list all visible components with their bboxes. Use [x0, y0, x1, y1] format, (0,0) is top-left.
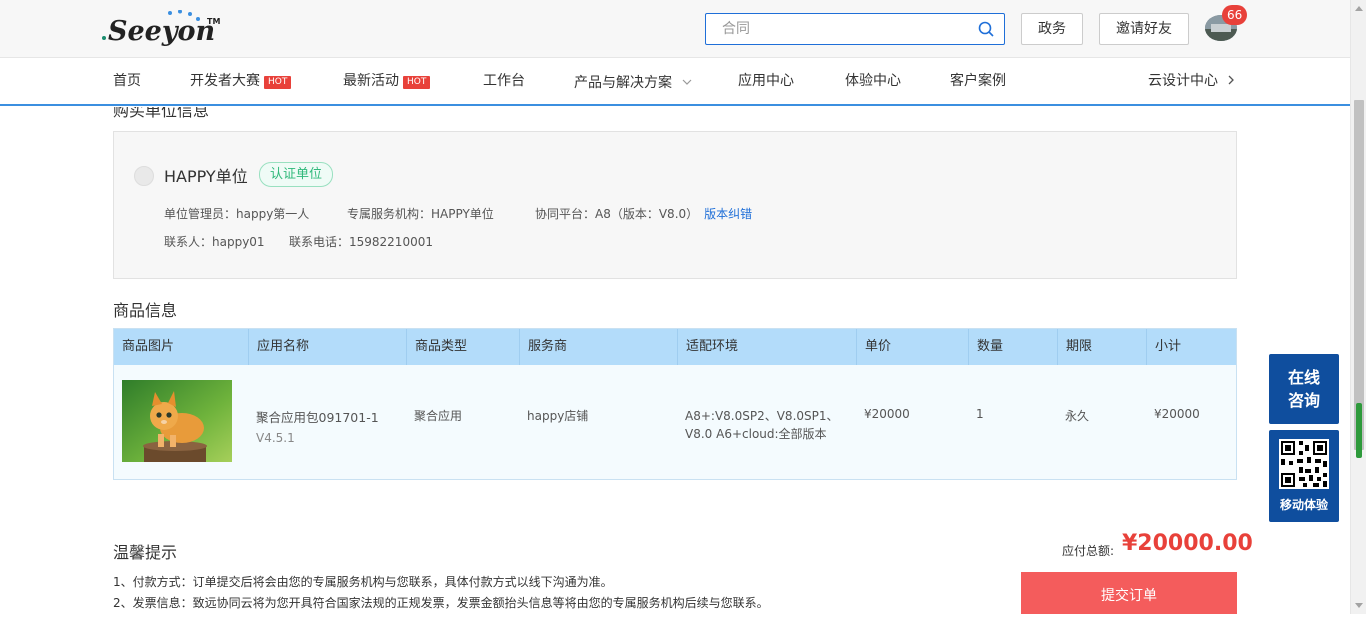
nav-latest-events[interactable]: 最新活动 HOT	[343, 58, 431, 104]
nav-cloud-design-label: 云设计中心	[1148, 73, 1218, 89]
consult-line1: 在线	[1287, 368, 1320, 387]
mobile-experience-label: 移动体验	[1279, 498, 1328, 512]
contact-phone: 联系电话：15982210001	[289, 235, 433, 249]
goods-table: 商品图片 应用名称 商品类型 服务商 适配环境 单价 数量 期限 小计 聚合应用…	[113, 328, 1237, 480]
product-subtotal: ¥20000	[1154, 407, 1200, 421]
tip-payment: 1、付款方式：订单提交后将会由您的专属服务机构与您联系，具体付款方式以线下沟通为…	[113, 575, 613, 589]
tip-invoice: 2、发票信息：致远协同云将为您开具符合国家法规的正规发票，发票金额抬头信息等将由…	[113, 596, 769, 610]
nav-dev-contest[interactable]: 开发者大赛 HOT	[190, 58, 292, 104]
qr-code-icon	[1279, 439, 1329, 489]
nav-latest-events-label: 最新活动	[343, 73, 399, 89]
mobile-experience-button[interactable]: 移动体验	[1269, 430, 1339, 522]
notification-badge[interactable]: 66	[1222, 5, 1248, 25]
hot-badge: HOT	[264, 76, 292, 89]
product-env-line2: V8.0 A6+cloud:全部版本	[685, 427, 827, 441]
service-org: 专属服务机构：HAPPY单位	[347, 207, 494, 221]
online-consult-button[interactable]: 在线 咨询	[1269, 354, 1339, 424]
top-header: Seeyon TM 政务 邀请好友 66	[0, 0, 1350, 58]
svg-text:TM: TM	[207, 17, 220, 26]
main-nav: 首页 开发者大赛 HOT 最新活动 HOT 工作台 产品与解决方案 应用中心 体验中…	[0, 58, 1350, 106]
svg-text:Seeyon: Seeyon	[108, 16, 215, 46]
product-term: 永久	[1065, 409, 1090, 423]
nav-home[interactable]: 首页	[113, 58, 141, 104]
col-price: 单价	[857, 329, 969, 365]
goods-section-title: 商品信息	[113, 301, 178, 320]
nav-products-solutions[interactable]: 产品与解决方案	[574, 58, 692, 104]
consult-line2: 咨询	[1287, 391, 1320, 410]
col-app-name: 应用名称	[249, 329, 407, 365]
page-scrollbar[interactable]	[1350, 0, 1366, 614]
col-env: 适配环境	[678, 329, 857, 365]
scrollbar-thumb[interactable]	[1354, 100, 1364, 450]
nav-experience-center[interactable]: 体验中心	[845, 58, 901, 104]
contact-person: 联系人：happy01	[164, 235, 265, 249]
nav-home-label: 首页	[113, 73, 141, 89]
product-image[interactable]	[122, 380, 232, 462]
product-qty: 1	[976, 407, 984, 421]
nav-cloud-design-center[interactable]: 云设计中心	[1148, 58, 1235, 104]
nav-experience-label: 体验中心	[845, 73, 901, 89]
org-logo	[134, 166, 154, 186]
col-qty: 数量	[969, 329, 1058, 365]
total-label: 应付总额:	[1062, 544, 1115, 558]
chevron-down-icon	[682, 58, 692, 104]
nav-cases-label: 客户案例	[950, 73, 1006, 89]
nav-dev-contest-label: 开发者大赛	[190, 73, 260, 89]
product-type: 聚合应用	[414, 409, 463, 423]
scroll-up-arrow-icon[interactable]	[1355, 6, 1363, 11]
nav-workbench-label: 工作台	[483, 73, 525, 89]
gov-button[interactable]: 政务	[1021, 13, 1083, 45]
seeyon-logo[interactable]: Seeyon TM	[100, 10, 230, 46]
collab-platform-text: 协同平台：A8（版本：V8.0）	[535, 207, 699, 221]
buyer-info-card: HAPPY单位 认证单位 单位管理员：happy第一人 专属服务机构：HAPPY…	[113, 131, 1237, 279]
search-input[interactable]	[706, 14, 966, 44]
scroll-down-arrow-icon[interactable]	[1355, 603, 1363, 608]
col-vendor: 服务商	[520, 329, 678, 365]
tips-title: 温馨提示	[113, 543, 178, 562]
table-row: 聚合应用包091701-1 V4.5.1 聚合应用 happy店铺 A8+:V8…	[114, 365, 1236, 479]
product-vendor[interactable]: happy店铺	[527, 407, 588, 424]
invite-friends-button[interactable]: 邀请好友	[1099, 13, 1189, 45]
table-header: 商品图片 应用名称 商品类型 服务商 适配环境 单价 数量 期限 小计	[114, 329, 1236, 365]
col-term: 期限	[1058, 329, 1147, 365]
scroll-position-marker	[1356, 403, 1362, 458]
search-icon[interactable]	[978, 21, 994, 41]
product-env-line1: A8+:V8.0SP2、V8.0SP1、	[685, 409, 839, 423]
col-subtotal: 小计	[1155, 339, 1182, 354]
org-name: HAPPY单位	[164, 167, 248, 186]
col-type: 商品类型	[407, 329, 520, 365]
product-price: ¥20000	[864, 407, 910, 421]
version-correction-link[interactable]: 版本纠错	[704, 207, 752, 221]
hot-badge: HOT	[403, 76, 431, 89]
product-name[interactable]: 聚合应用包091701-1	[256, 407, 379, 426]
nav-customer-cases[interactable]: 客户案例	[950, 58, 1006, 104]
org-admin: 单位管理员：happy第一人	[164, 207, 310, 221]
collab-platform: 协同平台：A8（版本：V8.0） 版本纠错	[535, 205, 752, 222]
nav-app-center[interactable]: 应用中心	[738, 58, 794, 104]
search-box	[705, 13, 1005, 45]
col-image: 商品图片	[114, 329, 249, 365]
product-version: V4.5.1	[256, 431, 295, 445]
nav-app-center-label: 应用中心	[738, 73, 794, 89]
certified-badge: 认证单位	[259, 162, 334, 187]
nav-workbench[interactable]: 工作台	[483, 58, 525, 104]
submit-order-button[interactable]: 提交订单	[1021, 572, 1237, 614]
chevron-right-icon	[1228, 58, 1235, 104]
total-amount: ¥20000.00	[1122, 531, 1253, 556]
nav-products-label: 产品与解决方案	[574, 75, 672, 91]
